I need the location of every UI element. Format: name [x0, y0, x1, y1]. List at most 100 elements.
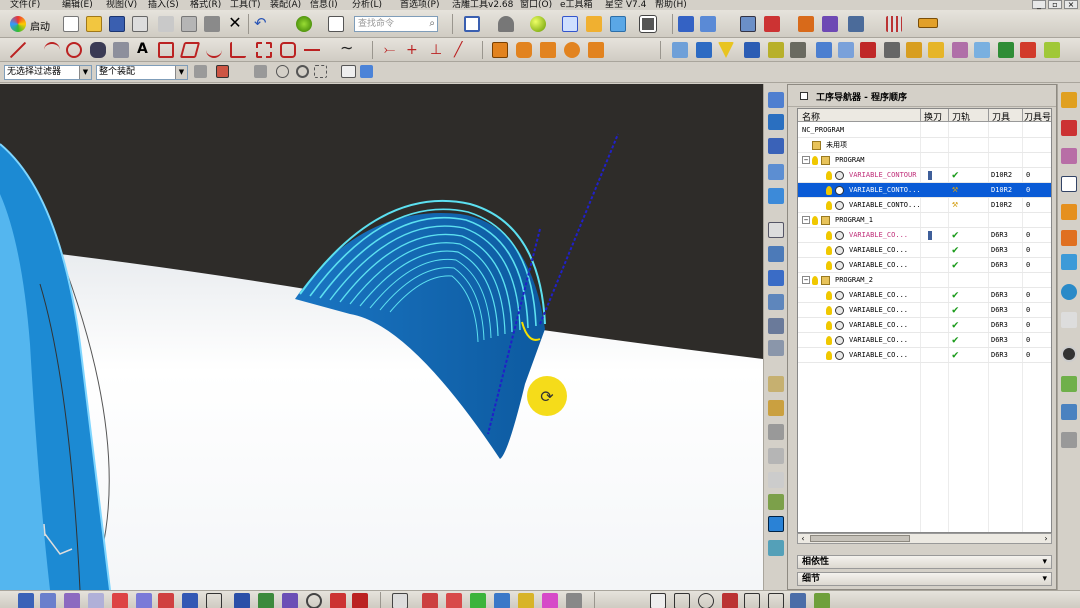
menu-preferences[interactable]: 首选项(P)	[400, 0, 439, 10]
new-file-icon[interactable]	[63, 16, 79, 32]
snap-point-small-icon[interactable]	[768, 593, 784, 608]
trim-body-icon[interactable]	[838, 42, 854, 58]
table-row[interactable]: VARIABLE_CO... ✔ D6R3 0	[798, 258, 1051, 273]
start-button[interactable]: 启动	[10, 14, 58, 34]
table-row[interactable]: VARIABLE_CO... ✔ D6R3 0	[798, 228, 1051, 243]
line-icon[interactable]	[10, 42, 26, 58]
pivot-icon[interactable]	[276, 65, 289, 78]
wcs-icon[interactable]	[822, 16, 838, 32]
column-name[interactable]: 名称	[802, 110, 820, 123]
table-row[interactable]: VARIABLE_CO... ✔ D6R3 0	[798, 333, 1051, 348]
operation-navigator-icon[interactable]	[1061, 176, 1077, 192]
touch-mode-icon[interactable]	[328, 16, 344, 32]
sew-icon[interactable]	[1020, 42, 1036, 58]
offset-curve-icon[interactable]	[158, 42, 174, 58]
print-icon[interactable]	[132, 16, 148, 32]
table-row[interactable]: VARIABLE_CO... ✔ D6R3 0	[798, 318, 1051, 333]
text-icon[interactable]: A	[137, 41, 153, 57]
save-icon[interactable]	[109, 16, 125, 32]
table-row[interactable]: − PROGRAM_2	[798, 273, 1051, 288]
offset-face-icon[interactable]	[952, 42, 968, 58]
create-tool-icon[interactable]	[768, 114, 784, 130]
isoparametric-curve-icon[interactable]	[280, 42, 296, 58]
machine-navigator-icon[interactable]	[1061, 204, 1077, 220]
repeat-command-icon[interactable]	[296, 16, 312, 32]
curve-analysis-icon[interactable]	[446, 593, 462, 608]
paste-icon[interactable]	[204, 16, 220, 32]
project-curve-icon[interactable]	[179, 42, 201, 58]
edge-blend-icon[interactable]	[672, 42, 688, 58]
pan-icon[interactable]	[64, 593, 80, 608]
layout-icon[interactable]	[392, 593, 408, 608]
layer-icon[interactable]	[678, 16, 694, 32]
menu-window[interactable]: 窗口(O)	[520, 0, 552, 10]
stretch-curve-icon[interactable]: ╱	[454, 42, 470, 58]
display-mode-icon[interactable]	[18, 593, 34, 608]
split-body-icon[interactable]	[860, 42, 876, 58]
trim-curve-icon[interactable]: ⤚	[384, 42, 400, 58]
web-browser-icon[interactable]	[1061, 284, 1077, 300]
column-toolchange[interactable]: 换刀	[924, 110, 942, 123]
feature-table-icon[interactable]	[1044, 42, 1060, 58]
process-studio-icon[interactable]	[1061, 404, 1077, 420]
measure-icon[interactable]	[848, 16, 864, 32]
details-panel-toggle[interactable]: 细节 ▾	[797, 572, 1052, 586]
menu-file[interactable]: 文件(F)	[10, 0, 40, 10]
view-section-icon[interactable]	[610, 16, 626, 32]
list-toolpath-icon[interactable]	[768, 376, 784, 392]
shaded-sphere-icon[interactable]	[530, 16, 546, 32]
snap-quadrant-icon[interactable]	[814, 593, 830, 608]
cylinder-solid-icon[interactable]	[516, 42, 532, 58]
draft-icon[interactable]	[718, 42, 734, 58]
create-geometry-icon[interactable]	[768, 138, 784, 154]
extend-curve-icon[interactable]: ⊥	[430, 42, 446, 58]
menu-plugin-tools[interactable]: 活雕工具v2.68	[452, 0, 513, 10]
mirror-icon[interactable]	[884, 42, 900, 58]
system-materials-icon[interactable]	[1061, 376, 1077, 392]
bridge-curve-icon[interactable]	[206, 42, 222, 58]
assembly-navigator-icon[interactable]	[1061, 92, 1077, 108]
open-folder-icon[interactable]	[86, 16, 102, 32]
hide-icon[interactable]	[112, 593, 128, 608]
filter-icon[interactable]	[194, 65, 207, 78]
expand-toggle-icon[interactable]: −	[802, 276, 810, 284]
selection-filter-select[interactable]: 无选择过滤器 ▼	[4, 65, 92, 80]
fit-view-icon[interactable]	[464, 16, 480, 32]
point-icon[interactable]	[258, 593, 274, 608]
shop-docs-icon[interactable]	[768, 472, 784, 488]
table-row[interactable]: VARIABLE_CO... ✔ D6R3 0	[798, 243, 1051, 258]
snap-mid-icon[interactable]	[744, 593, 760, 608]
history-icon[interactable]	[1061, 346, 1077, 362]
orient-view-icon[interactable]	[586, 16, 602, 32]
program-order-view-icon[interactable]	[768, 222, 784, 238]
table-row[interactable]: VARIABLE_CO... ✔ D6R3 0	[798, 288, 1051, 303]
show-hide-icon[interactable]	[341, 65, 356, 78]
part-navigator-icon[interactable]	[1061, 148, 1077, 164]
draft-analysis-icon[interactable]	[518, 593, 534, 608]
quick-pick-icon[interactable]	[764, 16, 780, 32]
minimize-icon[interactable]: _	[1032, 0, 1046, 9]
box-icon[interactable]	[206, 593, 222, 608]
replace-face-icon[interactable]	[974, 42, 990, 58]
scroll-thumb[interactable]	[810, 535, 910, 542]
color-map-icon[interactable]	[542, 593, 558, 608]
graphics-viewport[interactable]: ⟳	[0, 84, 763, 590]
collapse-icon[interactable]	[800, 92, 808, 100]
scroll-left-icon[interactable]: ‹	[798, 534, 808, 543]
tool-view-icon[interactable]	[768, 246, 784, 262]
snap-point-icon[interactable]	[798, 16, 814, 32]
join-curve-icon[interactable]	[230, 42, 246, 58]
expand-toggle-icon[interactable]: −	[802, 156, 810, 164]
create-method-icon[interactable]	[768, 164, 784, 180]
blank-icon[interactable]	[182, 593, 198, 608]
class-select-icon[interactable]	[740, 16, 756, 32]
rotate-view-icon[interactable]	[88, 593, 104, 608]
assembly-scope-select[interactable]: 整个装配 ▼	[96, 65, 188, 80]
snap-grid-icon[interactable]	[674, 593, 690, 608]
face-analysis-icon[interactable]	[470, 593, 486, 608]
table-row[interactable]: VARIABLE_CONTOUR ✔ D10R2 0	[798, 168, 1051, 183]
simulate-machine-icon[interactable]	[768, 424, 784, 440]
dependencies-panel-toggle[interactable]: 相依性 ▾	[797, 555, 1052, 569]
menu-info[interactable]: 信息(I)	[310, 0, 338, 10]
select-box-icon[interactable]	[216, 65, 229, 78]
